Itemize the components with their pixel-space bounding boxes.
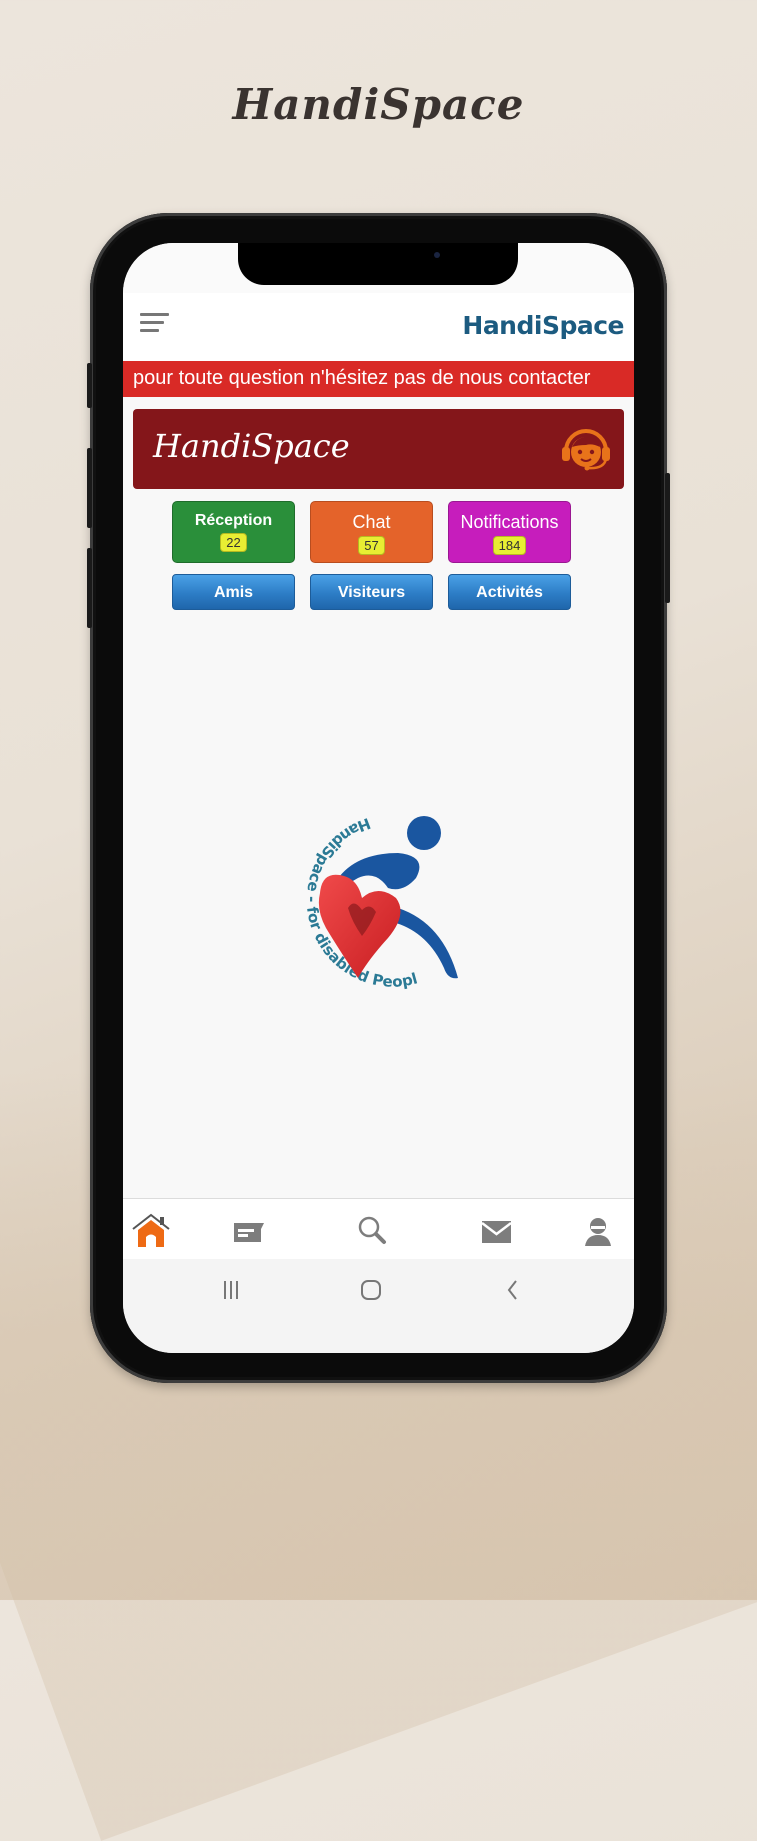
brand-banner: HandiSpace (133, 409, 624, 489)
marquee-banner: pour toute question n'hésitez pas de nou… (123, 361, 634, 397)
hamburger-menu-icon[interactable] (140, 313, 170, 335)
tile-label: Chat (352, 512, 391, 532)
message-icon[interactable] (228, 1211, 268, 1251)
phone-side-button (665, 473, 670, 603)
tile-notifications[interactable]: Notifications 184 (448, 501, 571, 563)
profile-icon[interactable] (578, 1211, 618, 1251)
recent-apps-icon[interactable] (216, 1275, 246, 1305)
visitors-button[interactable]: Visiteurs (310, 574, 433, 610)
home-button-icon[interactable] (356, 1275, 386, 1305)
friends-button[interactable]: Amis (172, 574, 295, 610)
mail-icon[interactable] (476, 1211, 516, 1251)
tile-chat[interactable]: Chat 57 (310, 501, 433, 563)
tile-label: Réception (194, 512, 273, 529)
tile-reception[interactable]: Réception 22 (172, 501, 295, 563)
phone-side-button (87, 448, 92, 528)
search-icon[interactable] (353, 1211, 393, 1251)
system-navigation-bar (123, 1259, 634, 1353)
tile-label: Notifications (460, 512, 559, 532)
logo-head (407, 816, 441, 850)
phone-side-button (87, 548, 92, 628)
marquee-text: pour toute question n'hésitez pas de nou… (133, 367, 591, 389)
bottom-navigation (123, 1198, 634, 1260)
phone-side-button (87, 363, 92, 408)
support-headset-icon[interactable] (558, 421, 614, 477)
handispace-logo: HandiSpace - for disabled People (258, 798, 458, 991)
banner-title: HandiSpace (153, 427, 350, 465)
phone-notch (238, 243, 518, 285)
activities-button[interactable]: Activités (448, 574, 571, 610)
app-bar: HandiSpace (123, 293, 634, 361)
home-icon[interactable] (131, 1211, 171, 1251)
back-icon[interactable] (498, 1275, 528, 1305)
count-badge: 22 (220, 533, 247, 552)
promo-title: HandiSpace (232, 80, 525, 129)
count-badge: 184 (492, 536, 527, 555)
phone-screen: HandiSpace pour toute question n'hésitez… (123, 243, 634, 1353)
count-badge: 57 (358, 536, 385, 555)
logo-leg (396, 908, 458, 979)
camera-icon (434, 252, 440, 258)
app-header-title: HandiSpace (462, 311, 624, 340)
